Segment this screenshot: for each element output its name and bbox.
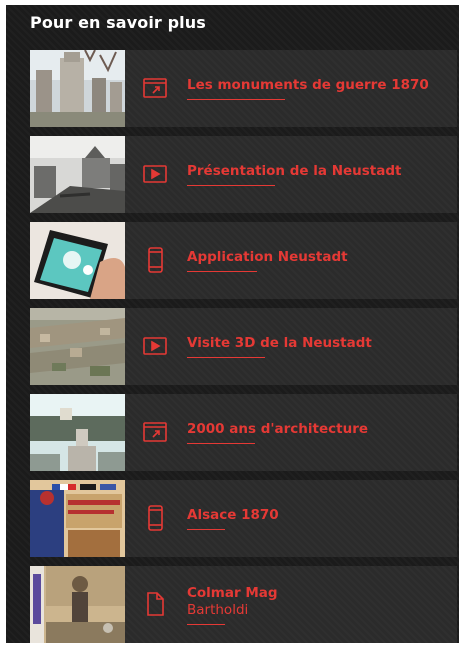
title-underline [187,357,265,358]
item-title[interactable]: Visite 3D de la Neustadt [187,335,437,352]
alsace-1870-thumbnail[interactable] [30,480,125,557]
title-underline [187,271,257,272]
title-underline [187,185,275,186]
smartphone-icon [142,505,168,531]
list-item[interactable]: Les monuments de guerre 1870 [30,50,457,127]
external-link-icon [142,419,168,445]
list-item[interactable]: Visite 3D de la Neustadt [30,308,457,385]
resource-list: Les monuments de guerre 1870 Présentatio… [30,50,457,652]
aerial-city-thumbnail[interactable] [30,308,125,385]
item-title[interactable]: Application Neustadt [187,249,437,266]
colmar-mag-thumbnail[interactable] [30,566,125,643]
phone-app-thumbnail[interactable] [30,222,125,299]
item-subtitle[interactable]: Bartholdi [187,602,437,619]
title-underline [187,529,225,530]
list-item[interactable]: Alsace 1870 [30,480,457,557]
list-item[interactable]: 2000 ans d'architecture [30,394,457,471]
list-item[interactable]: Présentation de la Neustadt [30,136,457,213]
title-underline [187,99,285,100]
item-title[interactable]: Présentation de la Neustadt [187,163,437,180]
video-play-icon [142,161,168,187]
list-item[interactable]: Colmar Mag Bartholdi [30,566,457,643]
video-play-icon [142,333,168,359]
section-title: Pour en savoir plus [30,13,206,32]
more-info-panel: Pour en savoir plus Les monuments de gue… [6,5,459,643]
list-item[interactable]: Application Neustadt [30,222,457,299]
smartphone-icon [142,247,168,273]
item-title[interactable]: Colmar Mag [187,585,437,602]
neustadt-street-thumbnail[interactable] [30,136,125,213]
document-icon [142,591,168,617]
item-title[interactable]: 2000 ans d'architecture [187,421,437,438]
item-title[interactable]: Alsace 1870 [187,507,437,524]
war-monument-thumbnail[interactable] [30,50,125,127]
external-link-icon [142,75,168,101]
item-title[interactable]: Les monuments de guerre 1870 [187,77,437,94]
title-underline [187,623,225,625]
title-underline [187,443,255,444]
architecture-history-thumbnail[interactable] [30,394,125,471]
